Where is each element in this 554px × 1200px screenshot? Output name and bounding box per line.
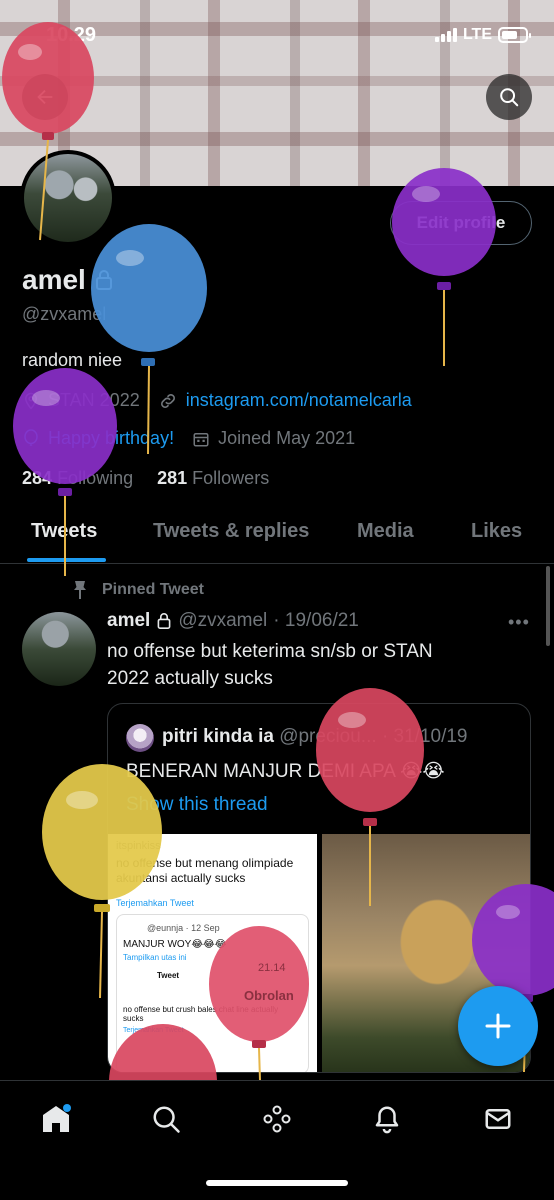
tab-media[interactable]: Media — [357, 520, 414, 543]
profile-name: amel — [22, 264, 86, 295]
quote-handle: @preciou... — [279, 726, 377, 747]
tweet-text-line: 2022 actually sucks — [107, 668, 273, 689]
nav-search[interactable] — [146, 1099, 186, 1139]
balloon-icon — [24, 428, 38, 446]
compose-tweet-button[interactable] — [458, 986, 538, 1066]
following-count: 284 — [22, 468, 53, 488]
link-icon — [160, 393, 175, 408]
profile-avatar[interactable] — [20, 150, 116, 246]
quote-date: · 31/10/19 — [381, 726, 468, 747]
img-inner-link: Tampilkan utas ini — [123, 953, 187, 962]
tweet-header: amel @zvxamel · 19/06/21 — [107, 610, 359, 632]
tweet-text-line: no offense but keterima sn/sb or STAN — [107, 641, 433, 662]
arrow-left-icon — [37, 89, 53, 105]
active-tab-indicator — [27, 558, 106, 562]
balloon-blue — [91, 224, 207, 455]
tweet-avatar[interactable] — [22, 612, 96, 686]
profile-handle: @zvxamel — [22, 304, 107, 324]
calendar-icon — [193, 432, 209, 446]
status-time: 10.29 — [46, 24, 97, 46]
followers-count: 281 — [157, 468, 188, 488]
tab-tweets-replies[interactable]: Tweets & replies — [153, 520, 309, 543]
img-text: no offense but menang olimpiade akuntans… — [116, 856, 294, 885]
profile-tabs: Tweets Tweets & replies Media Likes — [0, 506, 554, 564]
tweet-handle: @zvxamel — [178, 610, 268, 631]
profile-meta-row-1: STAN 2022 instagram.com/notamelcarla — [22, 390, 412, 411]
img-inner-card: @eunnja · 12 Sep MANJUR WOY😂😂😂 Tampilkan… — [116, 914, 309, 1072]
nav-messages[interactable] — [478, 1099, 518, 1139]
bell-icon — [375, 1106, 399, 1134]
more-options-icon[interactable]: ••• — [508, 612, 530, 633]
nav-home[interactable] — [36, 1099, 76, 1139]
battery-icon — [498, 27, 531, 43]
status-indicators: LTE — [434, 26, 531, 44]
spaces-icon — [263, 1105, 291, 1133]
edit-profile-button[interactable]: Edit profile — [390, 201, 532, 245]
envelope-icon — [485, 1109, 511, 1129]
pinned-label: Pinned Tweet — [102, 581, 204, 598]
pin-icon — [74, 581, 86, 599]
img-inner-user: @eunnja · 12 Sep — [147, 923, 220, 933]
search-icon — [500, 88, 519, 107]
tab-tweets[interactable]: Tweets — [31, 520, 97, 543]
pinned-label-row: Pinned Tweet — [72, 580, 204, 600]
quote-image-screenshot[interactable]: itspinkiss no offense but menang olimpia… — [108, 834, 317, 1072]
nav-spaces[interactable] — [257, 1099, 297, 1139]
nav-notifications[interactable] — [367, 1099, 407, 1139]
following-label: Following — [57, 468, 134, 488]
status-bar: 10.29 LTE — [0, 20, 554, 50]
profile-joined: Joined May 2021 — [218, 428, 356, 448]
img-inner-text: MANJUR WOY😂😂😂 — [123, 939, 227, 950]
tweet-author[interactable]: amel — [107, 610, 150, 632]
network-label: LTE — [462, 26, 492, 43]
lock-icon — [157, 613, 171, 630]
show-thread-link[interactable]: Show this thread — [126, 794, 268, 816]
followers-link[interactable]: 281 Followers — [157, 468, 269, 489]
profile-meta-row-2: Happy birthday! Joined May 2021 — [22, 428, 355, 449]
signal-icon — [434, 28, 457, 42]
img-user: itspinkiss — [116, 840, 161, 852]
quote-text: BENERAN MANJUR DEMI APA 😭😭 — [126, 761, 445, 782]
back-button[interactable] — [22, 74, 68, 120]
profile-website-link[interactable]: instagram.com/notamelcarla — [186, 390, 412, 411]
home-indicator — [206, 1180, 348, 1186]
profile-name-row: amel — [22, 264, 114, 296]
plus-icon — [485, 1013, 511, 1039]
home-icon — [43, 1104, 71, 1132]
location-icon — [24, 392, 38, 410]
img-inner-translate: Terjemahkan Tweet — [123, 1027, 184, 1034]
follow-counts: 284 Following 281 Followers — [22, 468, 269, 489]
search-icon — [153, 1106, 180, 1133]
quote-avatar — [126, 724, 154, 752]
tweet-text: no offense but keterima sn/sb or STAN 20… — [107, 638, 527, 692]
tab-likes[interactable]: Likes — [471, 520, 522, 543]
tweet-date: · 19/06/21 — [273, 610, 359, 631]
following-link[interactable]: 284 Following — [22, 468, 133, 489]
img-inner-header: Tweet — [157, 971, 180, 980]
img-translate: Terjemahkan Tweet — [116, 898, 194, 908]
search-button[interactable] — [486, 74, 532, 120]
lock-icon — [95, 270, 112, 290]
scrollbar[interactable] — [546, 566, 550, 646]
quote-author: pitri kinda ia — [162, 726, 274, 747]
followers-label: Followers — [192, 468, 270, 488]
profile-birthday: Happy birthday! — [48, 428, 175, 448]
balloon-purple-1 — [392, 168, 496, 366]
profile-location: STAN 2022 — [48, 390, 140, 410]
profile-bio: random niee — [22, 350, 123, 370]
img-inner-body: no offense but crush bales chat line act… — [123, 1005, 279, 1023]
quote-header: pitri kinda ia @preciou... · 31/10/19 — [162, 726, 468, 748]
